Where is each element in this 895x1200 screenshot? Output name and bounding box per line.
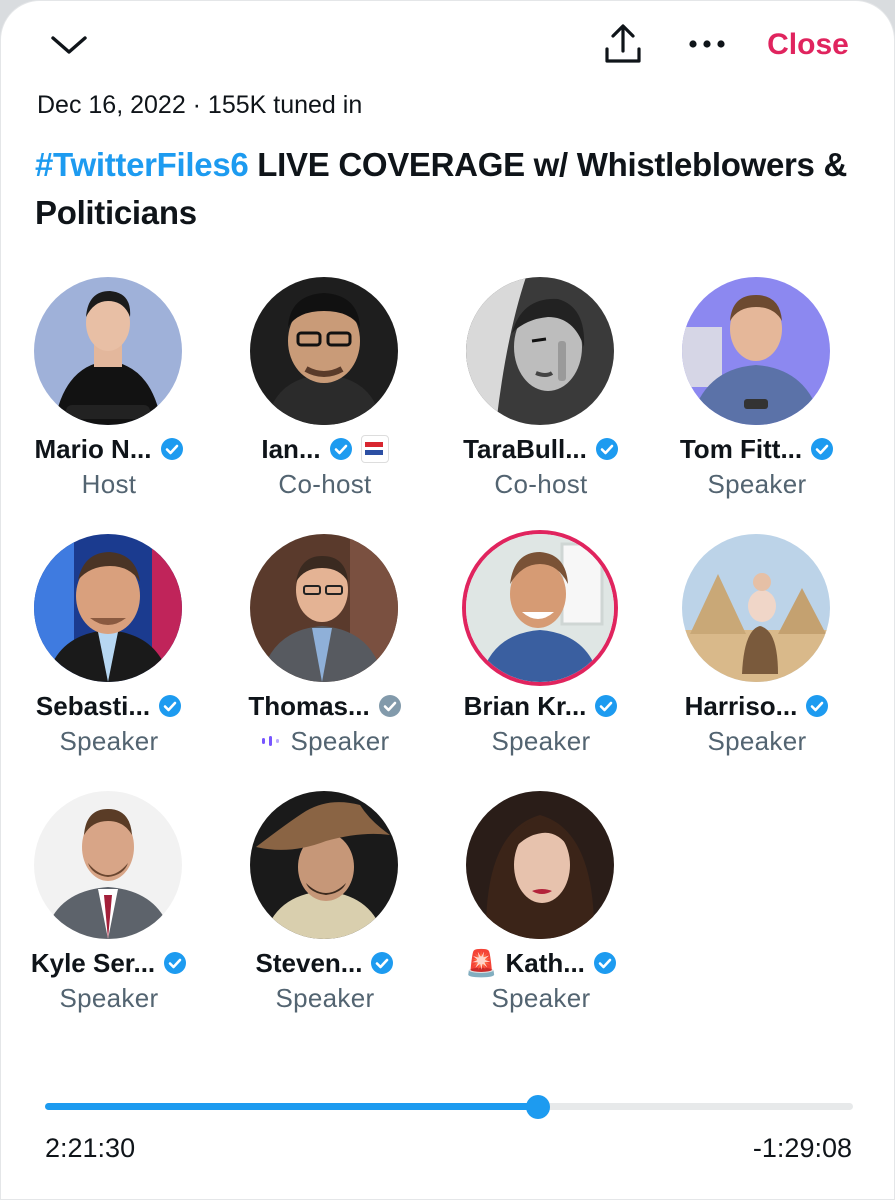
progress-knob[interactable]	[525, 1095, 550, 1119]
progress-fill	[45, 1103, 538, 1110]
participant-role: Speaker	[491, 725, 591, 756]
verified-badge-icon	[329, 438, 352, 460]
participant-name: Tom Fitt...	[679, 433, 803, 464]
participant-role: Speaker	[290, 725, 390, 756]
participant-name: Brian Kr...	[463, 690, 587, 721]
participant-role: Speaker	[59, 725, 159, 756]
participant-card[interactable]: Steven... Speaker	[217, 785, 433, 1035]
title-hashtag[interactable]: #TwitterFiles6	[35, 146, 249, 183]
elapsed-time: 2:21:30	[45, 1133, 136, 1163]
space-title: #TwitterFiles6 LIVE COVERAGE w/ Whistleb…	[35, 141, 865, 237]
verified-badge-icon	[811, 438, 834, 460]
verified-badge-icon	[160, 438, 183, 460]
participant-name: Harriso...	[684, 690, 798, 721]
avatar[interactable]	[682, 277, 830, 425]
verified-badge-icon	[595, 695, 618, 717]
avatar[interactable]	[466, 277, 614, 425]
participant-card[interactable]: TaraBull... Co-host	[433, 271, 649, 521]
avatar[interactable]	[466, 534, 614, 682]
verified-badge-icon	[593, 952, 616, 974]
share-icon[interactable]	[599, 21, 647, 69]
participant-role: Co-host	[494, 468, 588, 499]
participant-card[interactable]: Harriso... Speaker	[649, 528, 865, 778]
participant-name: TaraBull...	[463, 433, 587, 464]
participant-role: Co-host	[278, 468, 372, 499]
participant-role: Host	[81, 468, 137, 499]
affiliate-badge-icon	[360, 435, 389, 463]
participant-role: Speaker	[275, 982, 375, 1013]
participant-role: Speaker	[491, 982, 591, 1013]
participant-name: Ian...	[261, 433, 321, 464]
top-bar: Close	[1, 1, 894, 91]
participant-card[interactable]: Kyle Ser... Speaker	[1, 785, 217, 1035]
avatar[interactable]	[34, 277, 182, 425]
speaking-indicator-icon	[261, 736, 279, 746]
verified-badge-icon	[378, 695, 401, 717]
avatar[interactable]	[466, 791, 614, 939]
verified-badge-icon	[806, 695, 829, 717]
participant-name: Mario N...	[34, 433, 152, 464]
participant-name: Steven...	[255, 947, 363, 978]
avatar[interactable]	[682, 534, 830, 682]
participant-name: Sebasti...	[35, 690, 151, 721]
participant-card[interactable]: Tom Fitt... Speaker	[649, 271, 865, 521]
avatar[interactable]	[250, 534, 398, 682]
participant-card[interactable]: Mario N... Host	[1, 271, 217, 521]
verified-badge-icon	[371, 952, 394, 974]
playback-progress-slider[interactable]	[45, 1093, 853, 1121]
participant-role: Speaker	[707, 468, 807, 499]
participant-name: Thomas...	[248, 690, 370, 721]
close-button[interactable]: Close	[753, 23, 863, 67]
participant-role: Speaker	[707, 725, 807, 756]
avatar[interactable]	[250, 791, 398, 939]
chevron-down-icon[interactable]	[47, 29, 91, 61]
participant-card[interactable]: Thomas... Speaker	[217, 528, 433, 778]
verified-badge-icon	[595, 438, 618, 460]
space-sheet: Close Dec 16, 2022 · 155K tuned in #Twit…	[0, 0, 895, 1200]
verified-badge-icon	[159, 695, 182, 717]
participant-name: Kath...	[505, 947, 585, 978]
participant-card[interactable]: Brian Kr... Speaker	[433, 528, 649, 778]
verified-badge-icon	[164, 952, 187, 974]
participant-name: Kyle Ser...	[30, 947, 156, 978]
more-icon[interactable]	[683, 27, 731, 63]
avatar[interactable]	[34, 791, 182, 939]
remaining-time: -1:29:08	[752, 1133, 852, 1163]
siren-emoji: 🚨	[465, 947, 498, 978]
space-meta: Dec 16, 2022 · 155K tuned in	[37, 91, 363, 119]
avatar[interactable]	[250, 277, 398, 425]
participant-card[interactable]: Sebasti... Speaker	[1, 528, 217, 778]
participant-card[interactable]: Ian... Co-host	[217, 271, 433, 521]
avatar[interactable]	[34, 534, 182, 682]
participant-card[interactable]: 🚨 Kath... Speaker	[433, 785, 649, 1035]
participant-role: Speaker	[59, 982, 159, 1013]
